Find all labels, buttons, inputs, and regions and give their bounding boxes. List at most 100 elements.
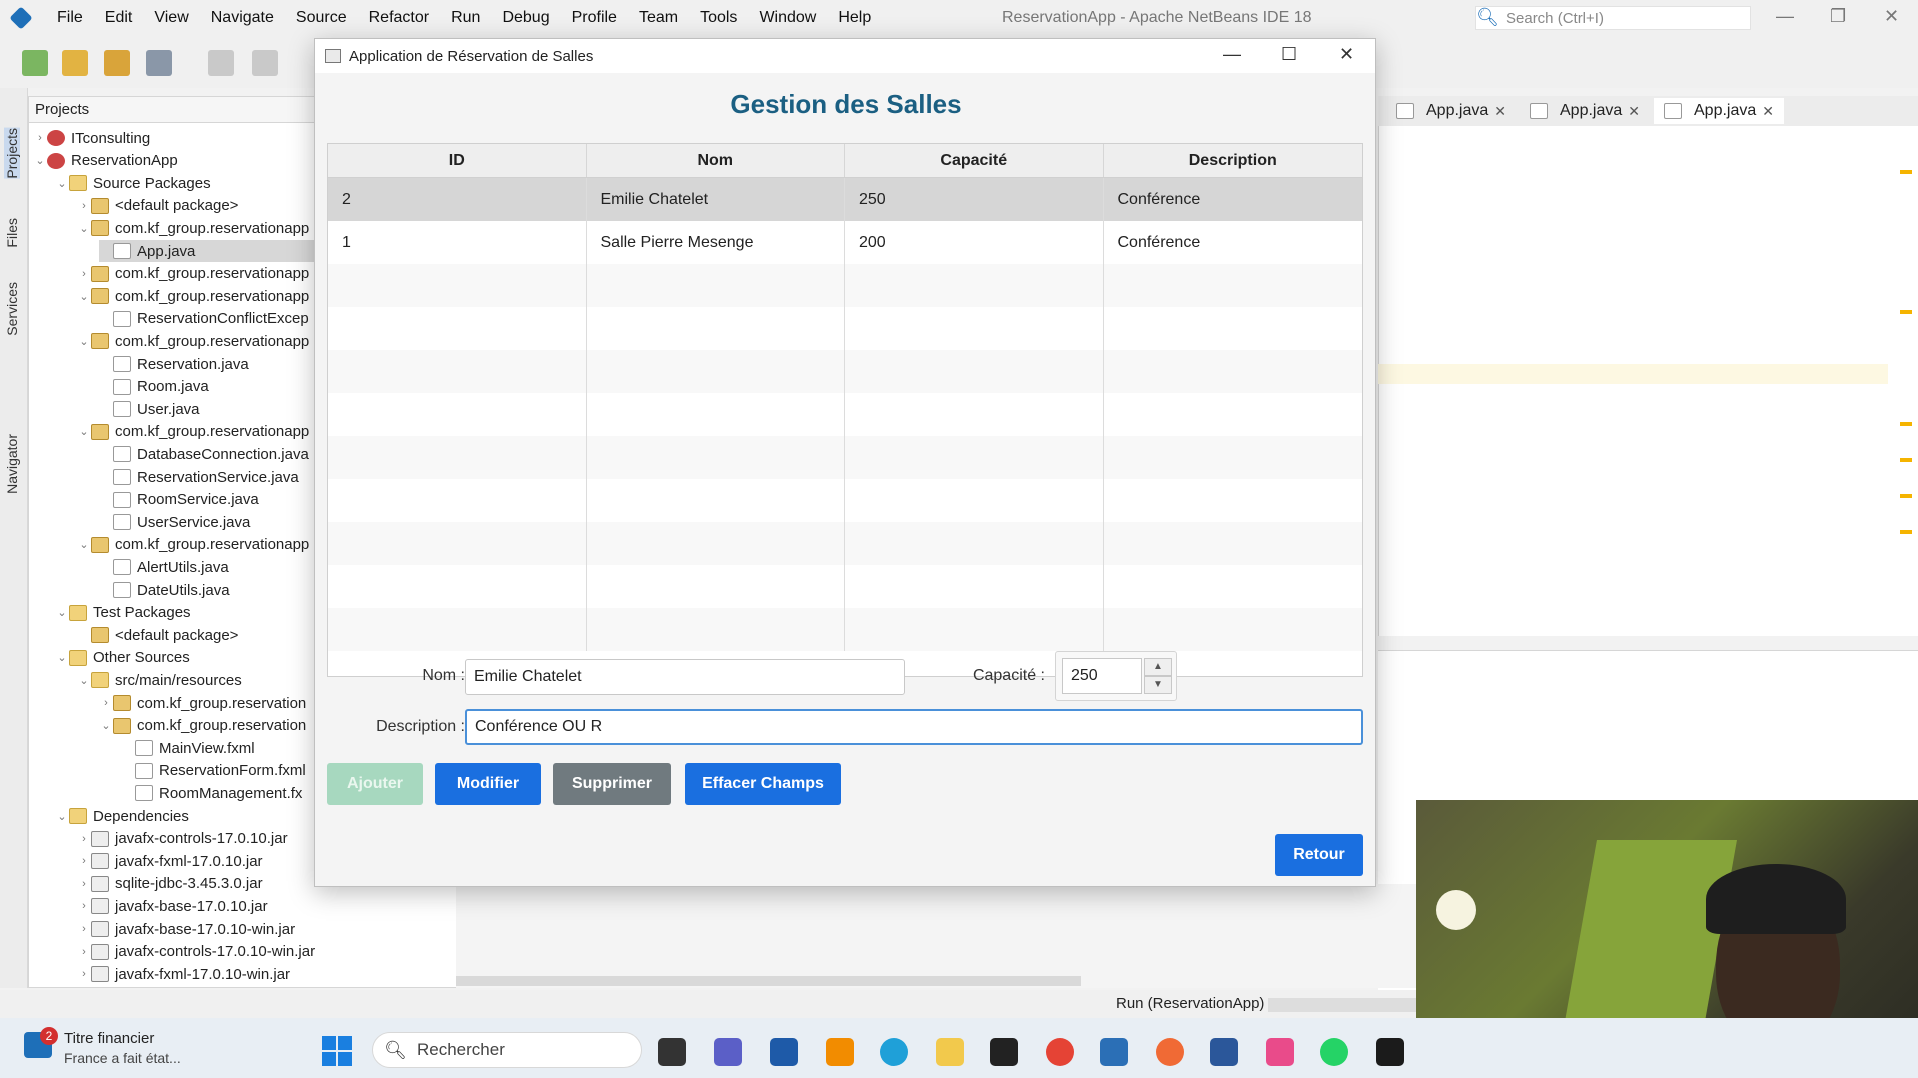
chevron-down-icon[interactable]: ⌄ (55, 177, 69, 190)
warning-marker[interactable] (1900, 170, 1912, 174)
menu-refactor[interactable]: Refactor (358, 9, 440, 27)
chevron-down-icon[interactable]: ⌄ (55, 651, 69, 664)
brave-icon[interactable] (1156, 1038, 1184, 1066)
terminal-icon[interactable] (1376, 1038, 1404, 1066)
table-row[interactable]: 2 Emilie Chatelet 250 Conférence (328, 178, 1362, 221)
chevron-right-icon[interactable]: › (77, 968, 91, 980)
chevron-down-icon[interactable]: ⌄ (55, 606, 69, 619)
chevron-down-icon[interactable]: ⌄ (77, 425, 91, 438)
app-close-icon[interactable]: ✕ (1339, 44, 1354, 65)
save-all-icon[interactable] (146, 50, 172, 76)
capacite-spinner[interactable]: 250 ▲ ▼ (1055, 651, 1177, 701)
menu-run[interactable]: Run (440, 9, 491, 27)
windows-start-icon[interactable] (322, 1036, 352, 1066)
snipping-tool-icon[interactable] (1266, 1038, 1294, 1066)
column-header-id[interactable]: ID (328, 144, 587, 177)
edge-icon[interactable] (880, 1038, 908, 1066)
status-run-label[interactable]: Run (ReservationApp) (1116, 995, 1264, 1012)
chrome-icon[interactable] (1046, 1038, 1074, 1066)
menu-help[interactable]: Help (827, 9, 882, 27)
chevron-down-icon[interactable]: ⌄ (77, 290, 91, 303)
chevron-right-icon[interactable]: › (77, 946, 91, 958)
chevron-right-icon[interactable]: › (77, 900, 91, 912)
close-icon[interactable]: ✕ (1884, 6, 1899, 27)
chevron-right-icon[interactable]: › (77, 200, 91, 212)
description-input[interactable]: Conférence OU R (465, 709, 1363, 745)
chevron-right-icon[interactable]: › (33, 132, 47, 144)
editor-tab[interactable]: App.java ✕ (1386, 98, 1516, 124)
chevron-right-icon[interactable]: › (77, 833, 91, 845)
folder-icon[interactable] (936, 1038, 964, 1066)
chevron-right-icon[interactable]: › (99, 697, 113, 709)
add-button[interactable]: Ajouter (327, 763, 423, 805)
chevron-down-icon[interactable]: ⌄ (77, 538, 91, 551)
tree-item[interactable]: › javafx-base-17.0.10-win.jar (77, 918, 461, 940)
side-tab-navigator[interactable]: Navigator (4, 434, 20, 494)
whatsapp-icon[interactable] (1320, 1038, 1348, 1066)
redo-icon[interactable] (252, 50, 278, 76)
menu-source[interactable]: Source (285, 9, 358, 27)
modify-button[interactable]: Modifier (435, 763, 541, 805)
warning-marker[interactable] (1900, 494, 1912, 498)
open-project-icon[interactable] (104, 50, 130, 76)
close-tab-icon[interactable]: ✕ (1628, 103, 1640, 120)
capacite-input[interactable]: 250 (1062, 658, 1142, 694)
undo-icon[interactable] (208, 50, 234, 76)
sticky-app-icon[interactable] (990, 1038, 1018, 1066)
menu-debug[interactable]: Debug (491, 9, 560, 27)
menu-profile[interactable]: Profile (561, 9, 628, 27)
column-header-nom[interactable]: Nom (587, 144, 845, 177)
back-button[interactable]: Retour (1275, 834, 1363, 876)
warning-marker[interactable] (1900, 530, 1912, 534)
side-tab-services[interactable]: Services (4, 282, 20, 336)
warning-marker[interactable] (1900, 458, 1912, 462)
menu-file[interactable]: File (46, 9, 94, 27)
horizontal-scrollbar[interactable] (456, 976, 1081, 986)
delete-button[interactable]: Supprimer (553, 763, 671, 805)
app-minimize-icon[interactable]: — (1223, 44, 1241, 65)
chevron-down-icon[interactable]: ⌄ (77, 674, 91, 687)
store-icon[interactable] (770, 1038, 798, 1066)
side-tab-projects[interactable]: Projects (4, 128, 20, 179)
rooms-table[interactable]: ID Nom Capacité Description 2 Emilie Cha… (327, 143, 1363, 677)
teams-icon[interactable] (714, 1038, 742, 1066)
chevron-down-icon[interactable]: ⌄ (77, 335, 91, 348)
menu-edit[interactable]: Edit (94, 9, 144, 27)
netbeans-icon[interactable] (1100, 1038, 1128, 1066)
chevron-down-icon[interactable]: ⌄ (77, 222, 91, 235)
menu-team[interactable]: Team (628, 9, 689, 27)
news-widget-subtitle[interactable]: France a fait état... (64, 1050, 181, 1066)
chevron-down-icon[interactable]: ⌄ (33, 154, 47, 167)
clear-fields-button[interactable]: Effacer Champs (685, 763, 841, 805)
chevron-down-icon[interactable]: ⌄ (55, 810, 69, 823)
chevron-down-icon[interactable]: ⌄ (99, 719, 113, 732)
editor-tab[interactable]: App.java ✕ (1520, 98, 1650, 124)
tree-item[interactable]: › javafx-controls-17.0.10-win.jar (77, 941, 461, 963)
close-tab-icon[interactable]: ✕ (1762, 103, 1774, 120)
tree-item[interactable]: › javafx-base-17.0.10.jar (77, 895, 461, 917)
spinner-down-icon[interactable]: ▼ (1144, 676, 1172, 694)
taskbar-search-input[interactable]: Rechercher (372, 1032, 642, 1068)
side-tab-files[interactable]: Files (4, 218, 20, 248)
column-header-capacite[interactable]: Capacité (845, 144, 1104, 177)
chevron-right-icon[interactable]: › (77, 268, 91, 280)
vlc-icon[interactable] (826, 1038, 854, 1066)
word-icon[interactable] (1210, 1038, 1238, 1066)
news-widget-title[interactable]: Titre financier (64, 1030, 154, 1047)
file-explorer-icon[interactable] (658, 1038, 686, 1066)
warning-marker[interactable] (1900, 310, 1912, 314)
column-header-description[interactable]: Description (1104, 144, 1363, 177)
chevron-right-icon[interactable]: › (77, 855, 91, 867)
close-tab-icon[interactable]: ✕ (1494, 103, 1506, 120)
menu-tools[interactable]: Tools (689, 9, 748, 27)
tree-item[interactable]: › javafx-fxml-17.0.10-win.jar (77, 963, 461, 985)
menu-window[interactable]: Window (748, 9, 827, 27)
chevron-right-icon[interactable]: › (77, 878, 91, 890)
new-file-icon[interactable] (22, 50, 48, 76)
app-maximize-icon[interactable]: ☐ (1281, 44, 1297, 65)
ide-search-input[interactable]: Search (Ctrl+I) (1475, 6, 1751, 30)
menu-view[interactable]: View (143, 9, 199, 27)
spinner-up-icon[interactable]: ▲ (1144, 658, 1172, 676)
minimize-icon[interactable]: — (1776, 6, 1794, 27)
restore-icon[interactable]: ❐ (1830, 6, 1846, 27)
